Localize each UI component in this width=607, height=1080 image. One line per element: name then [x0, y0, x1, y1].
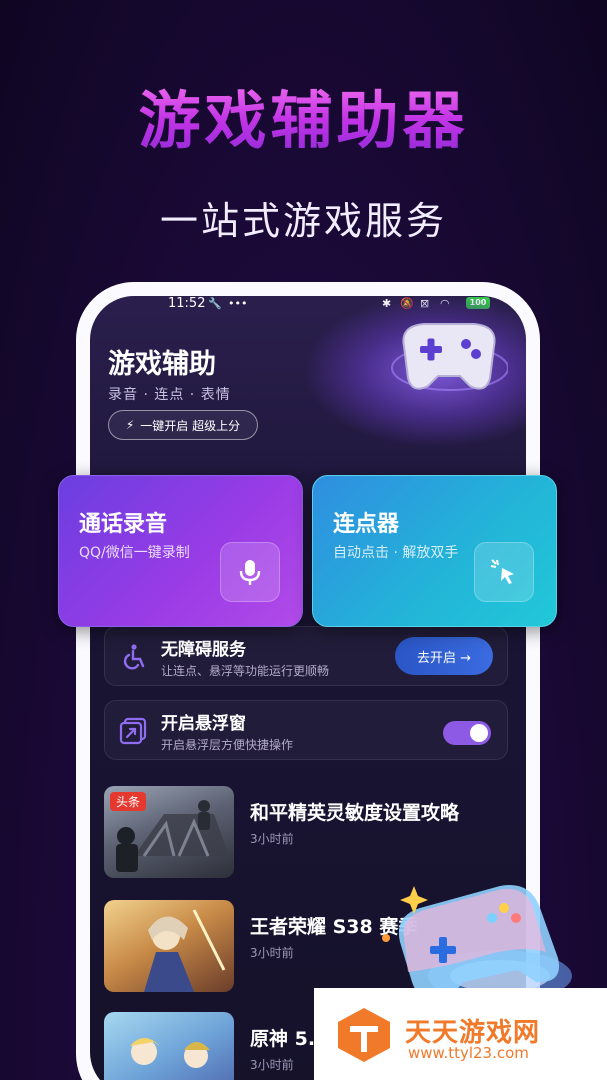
auto-clicker-subtitle: 自动点击 · 解放双手	[333, 545, 459, 561]
floating-window-row[interactable]: 开启悬浮窗 开启悬浮层方便快捷操作	[104, 700, 508, 760]
floating-window-icon	[119, 717, 147, 745]
genshin-character-image	[130, 1038, 210, 1068]
microphone-icon	[239, 560, 261, 585]
header-title: 游戏辅助	[108, 349, 216, 380]
header-tags: 录音 · 连点 · 表情	[108, 387, 231, 403]
hero-title: 游戏辅助器	[0, 70, 607, 160]
floating-window-toggle[interactable]	[443, 721, 491, 745]
call-recording-card[interactable]: 通话录音 QQ/微信一键录制	[58, 475, 303, 627]
news-title-1: 和平精英灵敏度设置攻略	[250, 802, 460, 824]
accessibility-subtitle: 让连点、悬浮等功能运行更顺畅	[161, 664, 330, 678]
wheelchair-icon	[123, 644, 145, 670]
call-recording-subtitle: QQ/微信一键录制	[79, 545, 190, 561]
wrench-icon: 🔧	[208, 297, 222, 310]
news-time-2: 3小时前	[250, 946, 294, 960]
lightning-icon: ⚡	[125, 418, 135, 432]
floating-window-title: 开启悬浮窗	[161, 714, 246, 734]
more-dots-icon: •••	[228, 297, 248, 310]
headline-badge: 头条	[110, 792, 147, 811]
news-thumbnail-1: 头条	[104, 786, 234, 878]
news-time-3: 3小时前	[250, 1058, 294, 1072]
news-thumbnail-3	[104, 1012, 234, 1080]
hero-character-image	[144, 909, 226, 992]
news-time-1: 3小时前	[250, 832, 294, 846]
news-thumbnail-2	[104, 900, 234, 992]
microphone-button[interactable]	[220, 542, 280, 602]
call-recording-title: 通话录音	[79, 512, 168, 537]
status-time: 11:52	[168, 296, 206, 311]
accessibility-title: 无障碍服务	[161, 640, 246, 660]
boost-button-label: 一键开启 超级上分	[140, 418, 241, 433]
gamepad-header-icon	[391, 323, 508, 391]
watermark-url: www.ttyl23.com	[408, 1044, 529, 1062]
cursor-click-button[interactable]	[474, 542, 534, 602]
enable-accessibility-button[interactable]: 去开启 →	[395, 637, 493, 675]
floating-window-subtitle: 开启悬浮层方便快捷操作	[161, 738, 294, 752]
cursor-click-icon	[490, 559, 514, 584]
watermark-logo	[338, 1008, 390, 1062]
toggle-knob	[470, 724, 488, 742]
news-item-1[interactable]: 头条 和平精英灵敏度设置攻略 3小时前	[104, 786, 524, 878]
accessibility-row[interactable]: 无障碍服务 让连点、悬浮等功能运行更顺畅 去开启 →	[104, 626, 508, 686]
hero-subtitle: 一站式游戏服务	[159, 199, 447, 243]
auto-clicker-title: 连点器	[333, 512, 400, 537]
boost-button[interactable]: ⚡ 一键开启 超级上分	[108, 410, 258, 440]
news-title-3: 原神 5.	[250, 1028, 316, 1050]
auto-clicker-card[interactable]: 连点器 自动点击 · 解放双手	[312, 475, 557, 627]
